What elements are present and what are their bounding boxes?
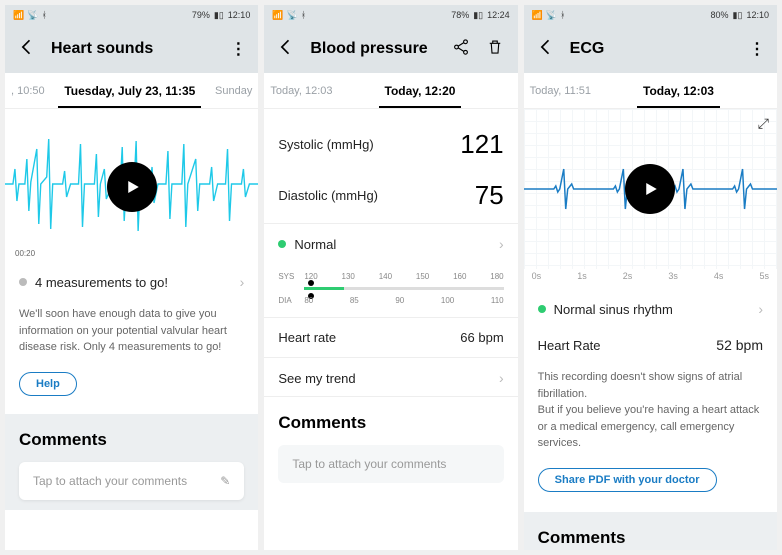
comment-input[interactable]: Tap to attach your comments ✎ [19, 462, 244, 500]
app-header: Heart sounds ⋮ [5, 25, 258, 73]
signal-icon: 📶 [13, 10, 24, 21]
sys-ticks: 120130140150160180 [304, 272, 503, 281]
ecg-chart: ⤢ [524, 109, 777, 269]
expand-icon[interactable]: ⤢ [758, 115, 769, 132]
ecg-status-row[interactable]: Normal sinus rhythm › [524, 291, 777, 327]
status-bar: 📶 📡ᚼ 78% ▮▯ 12:24 [264, 5, 517, 25]
tab-prev[interactable]: Today, 11:51 [524, 85, 597, 97]
chevron-right-icon: › [240, 274, 245, 290]
more-icon[interactable]: ⋮ [745, 39, 765, 59]
wifi-icon: 📡 [546, 10, 557, 21]
date-tabs[interactable]: , 10:50 Tuesday, July 23, 11:35 Sunday [5, 73, 258, 109]
tab-active[interactable]: Today, 12:20 [379, 84, 462, 98]
bluetooth-icon: ᚼ [41, 10, 46, 20]
wifi-icon: 📡 [27, 10, 38, 21]
status-bar: 📶📡ᚼ 80% ▮▯12:10 [524, 5, 777, 25]
bluetooth-icon: ᚼ [301, 10, 306, 20]
bp-status-row[interactable]: Normal › [264, 226, 517, 262]
scale-indicator [304, 287, 503, 290]
ecg-info-text: This recording doesn't show signs of atr… [524, 363, 777, 458]
comments-heading: Comments [278, 413, 503, 433]
comments-section: Comments Tap to attach your comments ✎ [5, 414, 258, 510]
status-dot-icon [278, 240, 286, 248]
screen-blood-pressure: 📶 📡ᚼ 78% ▮▯ 12:24 Blood pressure Today, 12:… [264, 5, 517, 550]
status-bar: 📶 📡 ᚼ 79% ▮▯ 12:10 [5, 5, 258, 25]
comment-input[interactable]: Tap to attach your comments [278, 445, 503, 483]
battery-text: 79% [192, 10, 210, 20]
tab-prev[interactable]: , 10:50 [5, 85, 51, 97]
bluetooth-icon: ᚼ [560, 10, 565, 20]
battery-text: 80% [711, 10, 729, 20]
help-button[interactable]: Help [19, 372, 77, 396]
tab-active[interactable]: Tuesday, July 23, 11:35 [58, 84, 201, 98]
app-header: Blood pressure [264, 25, 517, 73]
battery-text: 78% [451, 10, 469, 20]
share-pdf-button[interactable]: Share PDF with your doctor [538, 468, 717, 492]
edit-icon: ✎ [220, 474, 230, 488]
play-button[interactable] [107, 162, 157, 212]
back-icon[interactable] [276, 37, 296, 62]
dia-ticks: 808590100110 [304, 296, 503, 305]
battery-icon: ▮▯ [733, 10, 743, 21]
bp-scale: SYS 120130140150160180 DIA 808590100110 [264, 262, 517, 315]
page-title: Heart sounds [51, 40, 212, 58]
heart-rate-row: Heart Rate 52 bpm [524, 327, 777, 363]
systolic-row: Systolic (mmHg) 121 [264, 119, 517, 170]
waveform-time: 00:20 [15, 249, 35, 258]
comments-section: Comments [524, 512, 777, 551]
measurements-row[interactable]: 4 measurements to go! › [5, 264, 258, 300]
info-text: We'll soon have enough data to give you … [5, 300, 258, 362]
date-tabs[interactable]: Today, 12:03 Today, 12:20 [264, 73, 517, 109]
signal-icon: 📶 [272, 10, 283, 21]
delete-icon[interactable] [486, 38, 506, 61]
status-dot-icon [19, 278, 27, 286]
battery-icon: ▮▯ [214, 10, 224, 21]
play-button[interactable] [625, 164, 675, 214]
diastolic-value: 75 [475, 180, 504, 211]
heart-rate-value: 66 bpm [460, 330, 503, 345]
ecg-time-axis: 0s1s2s3s4s5s [524, 269, 777, 283]
share-icon[interactable] [452, 38, 472, 61]
tab-next[interactable]: Sunday [209, 85, 258, 97]
chevron-right-icon: › [499, 370, 504, 386]
app-header: ECG ⋮ [524, 25, 777, 73]
page-title: ECG [570, 40, 731, 58]
battery-icon: ▮▯ [473, 10, 483, 21]
signal-icon: 📶 [532, 10, 543, 21]
comments-heading: Comments [538, 528, 763, 548]
tab-prev[interactable]: Today, 12:03 [264, 85, 338, 97]
status-dot-icon [538, 305, 546, 313]
clock: 12:10 [746, 10, 769, 20]
see-trend-row[interactable]: See my trend › [264, 360, 517, 396]
page-title: Blood pressure [310, 40, 437, 58]
screen-heart-sounds: 📶 📡 ᚼ 79% ▮▯ 12:10 Heart sounds ⋮ , 10:5… [5, 5, 258, 550]
diastolic-row: Diastolic (mmHg) 75 [264, 170, 517, 221]
heart-rate-value: 52 bpm [716, 337, 763, 353]
tab-active[interactable]: Today, 12:03 [637, 84, 720, 98]
clock: 12:10 [228, 10, 251, 20]
back-icon[interactable] [17, 37, 37, 62]
more-icon[interactable]: ⋮ [226, 39, 246, 59]
chevron-right-icon: › [499, 236, 504, 252]
heart-rate-row: Heart rate 66 bpm [264, 320, 517, 355]
clock: 12:24 [487, 10, 510, 20]
date-tabs[interactable]: Today, 11:51 Today, 12:03 [524, 73, 777, 109]
chevron-right-icon: › [758, 301, 763, 317]
comments-heading: Comments [19, 430, 244, 450]
comment-placeholder: Tap to attach your comments [292, 457, 446, 471]
systolic-value: 121 [460, 129, 503, 160]
comment-placeholder: Tap to attach your comments [33, 474, 187, 488]
heart-sound-waveform: 00:20 [5, 109, 258, 264]
screen-ecg: 📶📡ᚼ 80% ▮▯12:10 ECG ⋮ Today, 11:51 Today,… [524, 5, 777, 550]
wifi-icon: 📡 [287, 10, 298, 21]
comments-section: Comments Tap to attach your comments [264, 396, 517, 493]
back-icon[interactable] [536, 37, 556, 62]
